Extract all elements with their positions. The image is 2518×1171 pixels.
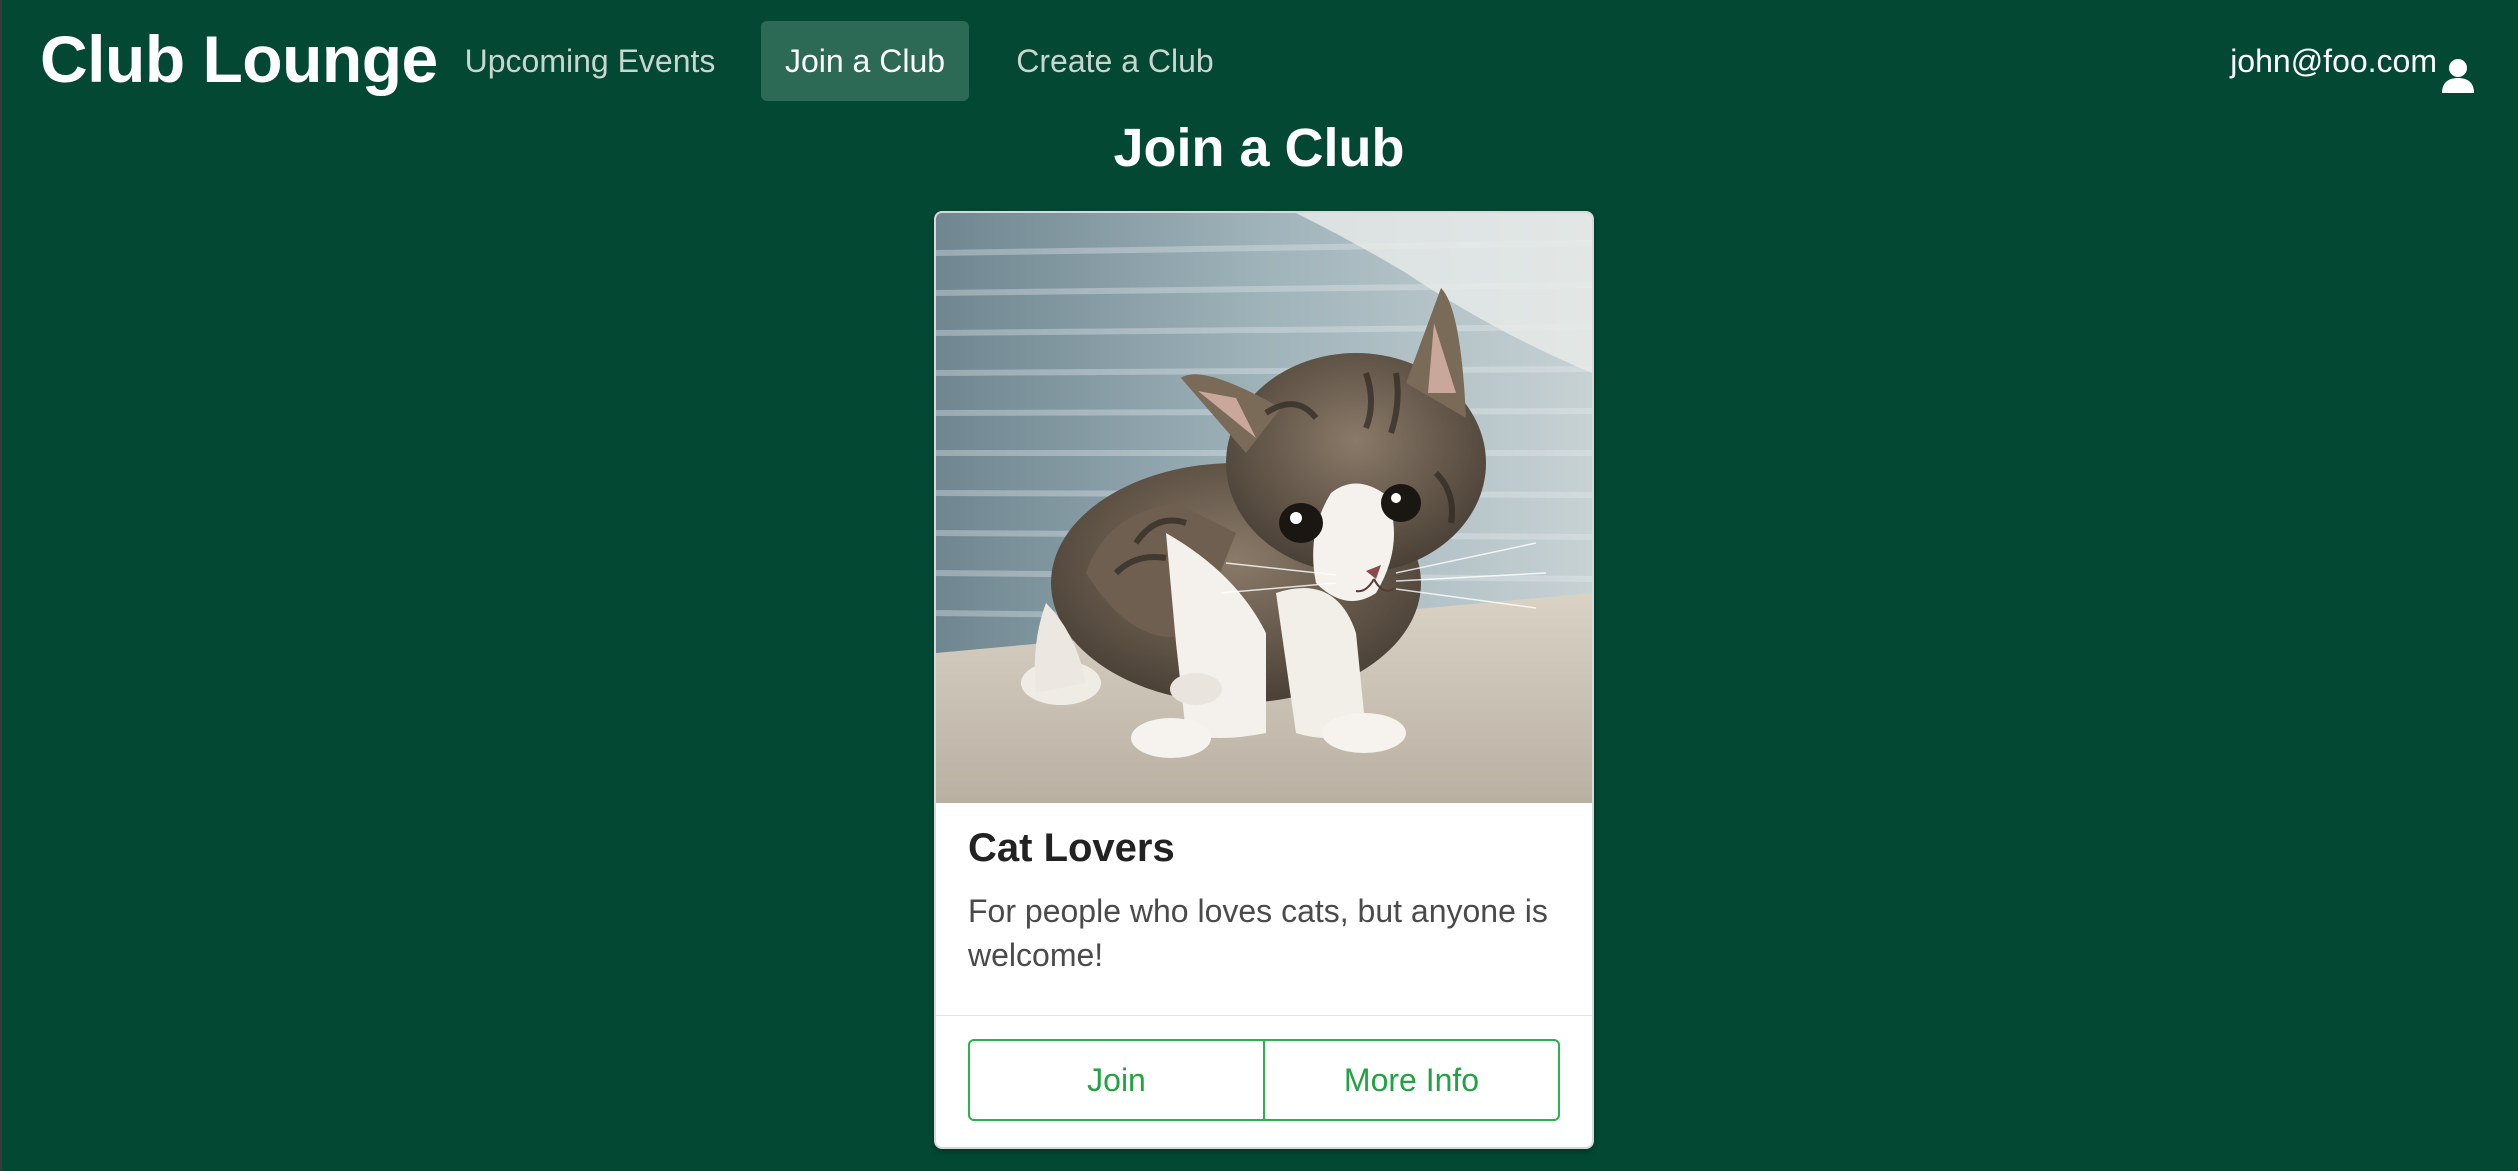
page-title: Join a Club [1113, 118, 1405, 178]
club-card-actions: Join More Info [968, 1039, 1560, 1121]
user-menu[interactable]: john@foo.com [2230, 21, 2475, 101]
club-card: Cat Lovers For people who loves cats, bu… [934, 211, 1594, 1149]
card-footer-divider [936, 1015, 1592, 1016]
nav-item-create-a-club[interactable]: Create a Club [988, 21, 1242, 101]
user-icon [2441, 43, 2475, 93]
top-navbar: Club Lounge Upcoming Events Join a Club … [0, 0, 2518, 118]
join-button[interactable]: Join [968, 1039, 1265, 1121]
club-description: For people who loves cats, but anyone is… [968, 893, 1548, 973]
user-email: john@foo.com [2230, 43, 2437, 79]
club-card-image [936, 213, 1592, 803]
nav-item-upcoming-events[interactable]: Upcoming Events [440, 21, 740, 101]
nav-item-join-a-club[interactable]: Join a Club [761, 21, 969, 101]
more-info-button[interactable]: More Info [1263, 1039, 1560, 1121]
club-title: Cat Lovers [968, 826, 1175, 870]
brand-logo[interactable]: Club Lounge [40, 18, 438, 100]
